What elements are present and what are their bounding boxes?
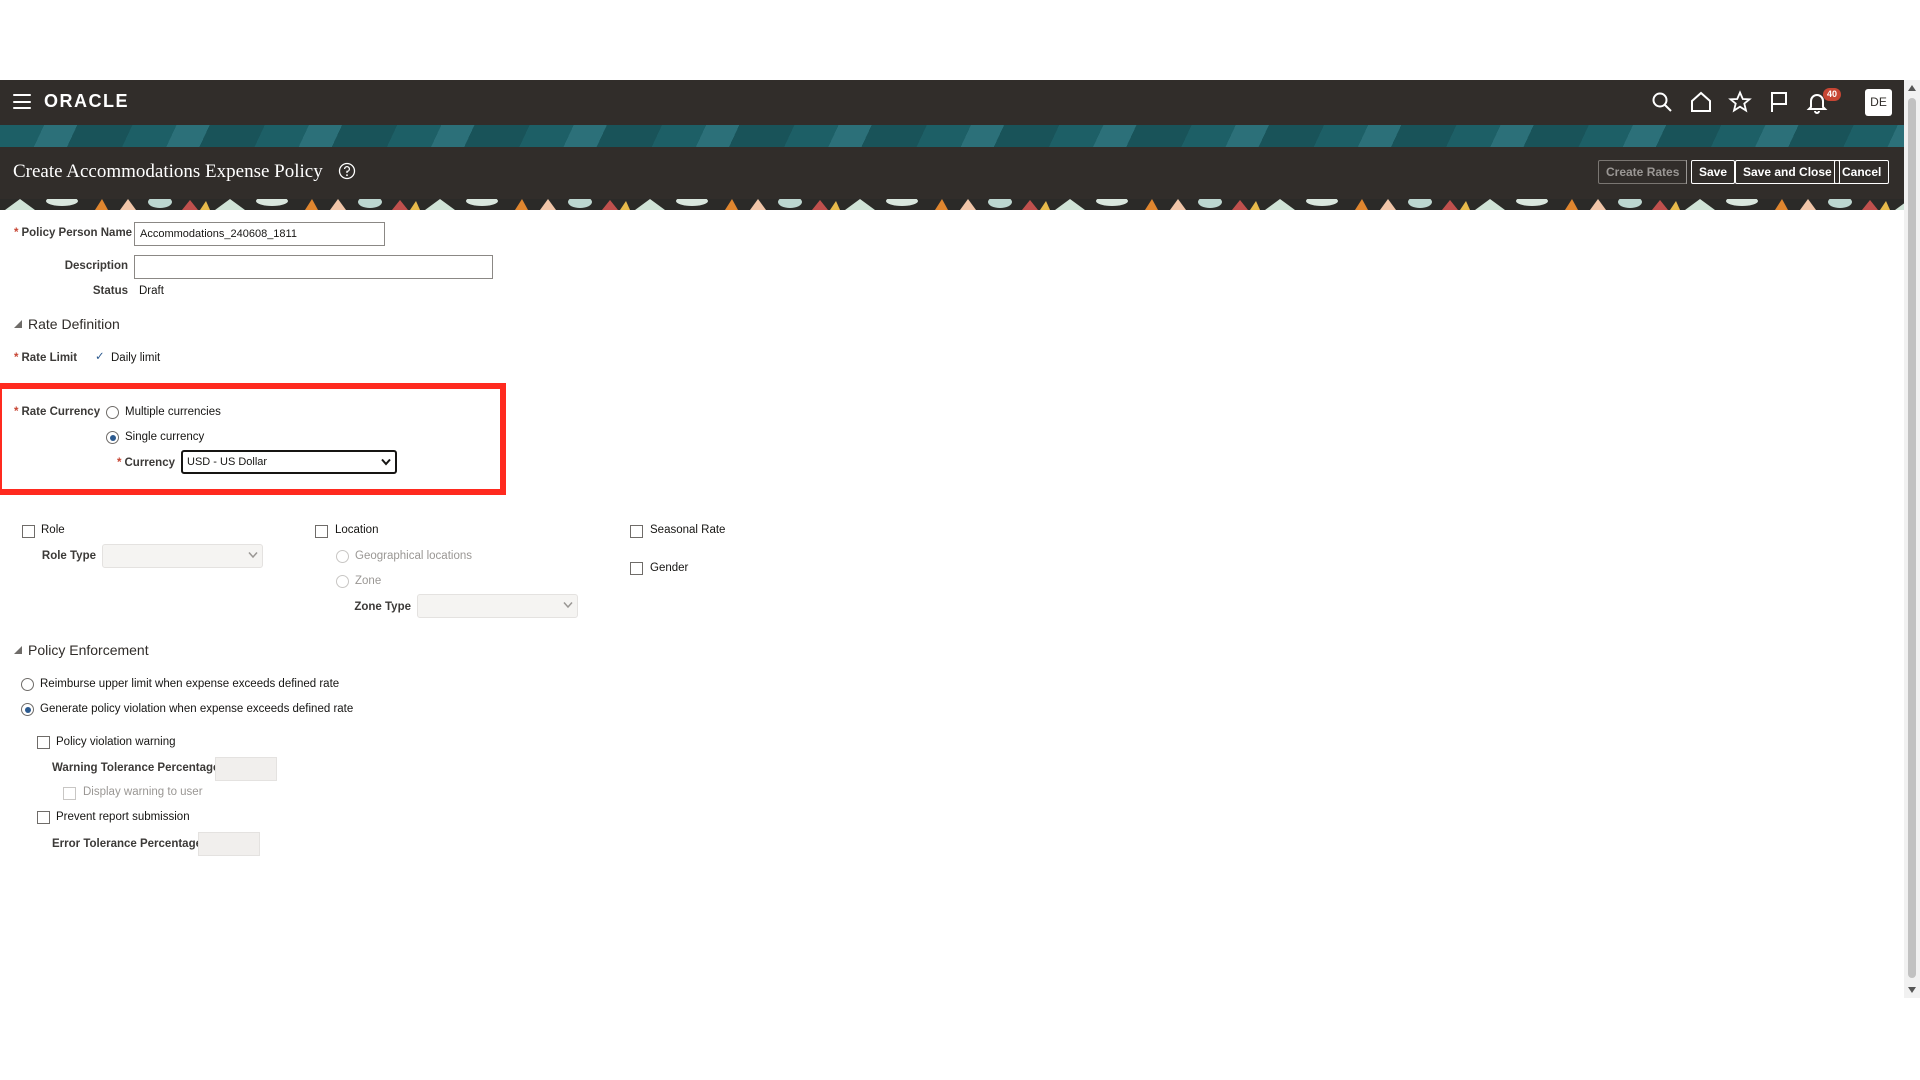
oracle-logo: ORACLE [44,91,129,111]
collapse-triangle-icon [14,646,22,654]
single-currency-radio[interactable] [106,431,119,444]
policy-violation-warning-label: Policy violation warning [56,736,176,748]
generate-violation-radio[interactable] [21,703,34,716]
geographical-locations-label: Geographical locations [355,550,472,562]
vertical-scrollbar[interactable] [1904,80,1920,998]
status-value: Draft [139,285,164,297]
currency-select[interactable]: USD - US Dollar [181,450,397,474]
decorative-pattern-band [0,199,1904,210]
seasonal-rate-label: Seasonal Rate [650,524,726,536]
gender-label: Gender [650,562,689,574]
policy-person-name-label: * Policy Person Name [14,227,133,239]
zone-type-label: Zone Type [354,601,411,613]
cancel-button[interactable]: Cancel [1834,160,1890,184]
policy-violation-warning-checkbox[interactable] [37,736,50,749]
rate-definition-section-header[interactable]: Rate Definition [14,316,120,332]
policy-enforcement-section-header[interactable]: Policy Enforcement [14,642,149,658]
chevron-down-icon [381,458,391,466]
zone-label: Zone [355,575,382,587]
reimburse-upper-limit-label: Reimburse upper limit when expense excee… [40,678,340,690]
favorites-star-icon[interactable] [1728,90,1752,114]
policy-person-name-input[interactable] [134,222,385,246]
save-and-close-button[interactable]: Save and Close [1735,160,1840,184]
prevent-submission-label: Prevent report submission [56,811,190,823]
role-type-select[interactable] [102,544,263,568]
zone-radio[interactable] [336,575,349,588]
location-checkbox[interactable] [315,525,328,538]
seasonal-rate-checkbox[interactable] [630,525,643,538]
error-tolerance-input[interactable] [198,832,260,856]
home-icon[interactable] [1689,90,1713,114]
user-avatar[interactable]: DE [1865,89,1892,116]
rate-currency-label: * Rate Currency [14,406,101,418]
highlight-annotation-box [0,383,506,495]
role-type-label: Role Type [41,550,96,562]
global-header: ORACLE 40 DE [0,80,1904,125]
toolbar-separator [1686,160,1687,184]
rate-limit-value: Daily limit [111,352,161,364]
generate-violation-label: Generate policy violation when expense e… [40,703,354,715]
scroll-up-arrow-icon[interactable] [1908,85,1916,91]
role-label: Role [41,524,65,536]
help-icon[interactable] [338,162,356,180]
checkmark-icon: ✓ [95,351,105,363]
chevron-down-icon [563,602,573,609]
collapse-triangle-icon [14,320,22,328]
display-warning-label: Display warning to user [83,786,203,798]
description-input[interactable] [134,255,493,279]
search-icon[interactable] [1650,90,1674,114]
reimburse-upper-limit-radio[interactable] [21,678,34,691]
role-checkbox[interactable] [22,525,35,538]
scrollbar-thumb[interactable] [1908,98,1916,978]
geographical-locations-radio[interactable] [336,550,349,563]
status-label: Status [92,285,128,297]
error-tolerance-label: Error Tolerance Percentage [52,838,202,850]
create-rates-button[interactable]: Create Rates [1598,160,1688,184]
description-label: Description [64,260,128,272]
rate-limit-label: * Rate Limit [14,352,78,364]
save-button[interactable]: Save [1691,160,1736,184]
page-header: Create Accommodations Expense Policy Cre… [0,147,1904,199]
notification-count-badge: 40 [1823,88,1842,101]
decorative-banner-band [0,125,1904,147]
currency-label: * Currency [117,457,175,469]
prevent-submission-checkbox[interactable] [37,811,50,824]
warning-tolerance-label: Warning Tolerance Percentage [52,762,220,774]
page-title: Create Accommodations Expense Policy [13,161,323,182]
display-warning-checkbox[interactable] [63,787,76,800]
chevron-down-icon [248,552,258,559]
multiple-currencies-radio[interactable] [106,406,119,419]
gender-checkbox[interactable] [630,562,643,575]
multiple-currencies-label: Multiple currencies [125,406,221,418]
currency-selected-value: USD - US Dollar [187,456,268,468]
navigator-menu-icon[interactable] [13,94,31,109]
zone-type-select[interactable] [417,594,578,618]
warning-tolerance-input[interactable] [215,757,277,781]
flag-icon[interactable] [1767,90,1791,114]
app-window: ORACLE 40 DE Create Accommodations Expen… [0,80,1904,998]
location-label: Location [335,524,379,536]
scroll-down-arrow-icon[interactable] [1908,987,1916,993]
single-currency-label: Single currency [125,431,205,443]
